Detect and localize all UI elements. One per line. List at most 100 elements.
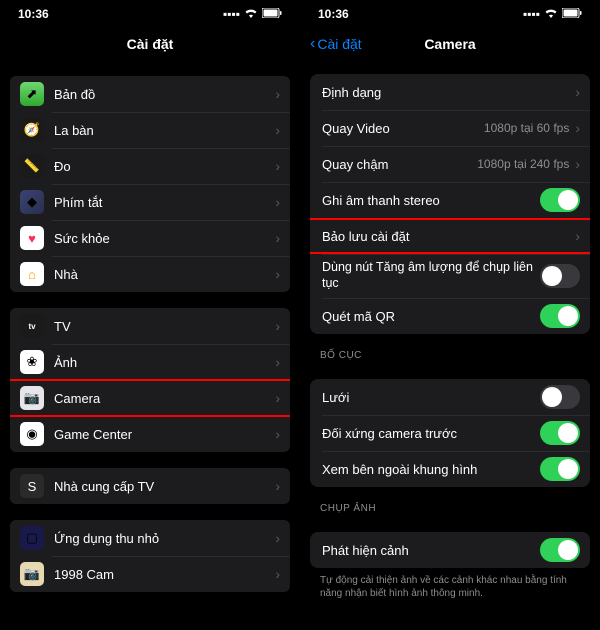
settings-row[interactable]: 📷Camera› (10, 380, 290, 416)
settings-row[interactable]: Đối xứng camera trước (310, 415, 590, 451)
row-label: Lưới (322, 390, 540, 405)
row-label: Phím tắt (54, 195, 275, 210)
battery-icon (562, 7, 582, 21)
settings-row[interactable]: ▢ Ứng dụng thu nhỏ› (10, 520, 290, 556)
settings-row[interactable]: 📏 Đo› (10, 148, 290, 184)
miniapp-icon: ▢ (20, 526, 44, 550)
settings-row[interactable]: Quét mã QR (310, 298, 590, 334)
row-label: Nhà (54, 267, 275, 282)
row-label: Nhà cung cấp TV (54, 479, 275, 494)
chevron-right-icon: › (275, 86, 280, 102)
row-label: Ảnh (54, 355, 275, 370)
status-bar: 10:36 ▪▪▪▪ (0, 0, 300, 28)
chevron-right-icon: › (275, 530, 280, 546)
chevron-right-icon: › (275, 566, 280, 582)
settings-row[interactable]: Định dạng› (310, 74, 590, 110)
row-label: Ghi âm thanh stereo (322, 193, 540, 208)
settings-row[interactable]: Xem bên ngoài khung hình (310, 451, 590, 487)
settings-list[interactable]: ⬈Bản đồ›🧭La bàn›📏Đo›◆Phím tắt›♥Sức khỏe›… (0, 60, 300, 630)
row-label: Định dạng (322, 85, 575, 100)
toggle-switch[interactable] (540, 385, 580, 409)
chevron-right-icon: › (275, 266, 280, 282)
row-value: 1080p tại 60 fps (484, 121, 569, 135)
settings-row[interactable]: Quay chậm1080p tại 240 fps› (310, 146, 590, 182)
chevron-right-icon: › (275, 230, 280, 246)
row-label: Camera (54, 391, 275, 406)
chevron-right-icon: › (275, 426, 280, 442)
toggle-switch[interactable] (540, 304, 580, 328)
row-label: Ứng dụng thu nhỏ (54, 531, 275, 546)
row-label: Bản đồ (54, 87, 275, 102)
toggle-switch[interactable] (540, 538, 580, 562)
row-value: 1080p tại 240 fps (477, 157, 569, 171)
status-time: 10:36 (18, 7, 49, 21)
settings-row[interactable]: tvTV› (10, 308, 290, 344)
row-label: Quay Video (322, 121, 484, 136)
camera-settings-list[interactable]: Định dạng›Quay Video1080p tại 60 fps›Qua… (300, 60, 600, 630)
row-label: 1998 Cam (54, 567, 275, 582)
settings-row[interactable]: Ghi âm thanh stereo (310, 182, 590, 218)
row-label: TV (54, 319, 275, 334)
row-label: Bảo lưu cài đặt (322, 229, 575, 244)
status-indicators: ▪▪▪▪ (523, 7, 582, 21)
row-label: Game Center (54, 427, 275, 442)
camera-settings-group: Lưới Đối xứng camera trước Xem bên ngoài k… (310, 379, 590, 487)
row-label: Phát hiện cảnh (322, 543, 540, 558)
settings-row[interactable]: ♥ Sức khỏe› (10, 220, 290, 256)
settings-row[interactable]: Phát hiện cảnh (310, 532, 590, 568)
camera-settings-screen: 10:36 ▪▪▪▪ ‹ Cài đặt Camera Định dạng›Qu… (300, 0, 600, 630)
chevron-right-icon: › (275, 158, 280, 174)
page-title: Camera (424, 36, 475, 52)
row-label: Đối xứng camera trước (322, 426, 540, 441)
photos-icon: ❀ (20, 350, 44, 374)
row-label: La bàn (54, 123, 275, 138)
chevron-right-icon: › (275, 318, 280, 334)
settings-row[interactable]: ⌂Nhà› (10, 256, 290, 292)
back-label: Cài đặt (317, 36, 361, 52)
row-label: Đo (54, 159, 275, 174)
row-label: Dùng nút Tăng âm lượng để chụp liên tục (322, 260, 540, 291)
settings-row[interactable]: Lưới (310, 379, 590, 415)
wifi-icon (544, 7, 558, 21)
chevron-right-icon: › (575, 120, 580, 136)
toggle-switch[interactable] (540, 188, 580, 212)
page-title: Cài đặt (127, 36, 174, 52)
settings-row[interactable]: SNhà cung cấp TV› (10, 468, 290, 504)
toggle-switch[interactable] (540, 264, 580, 288)
toggle-switch[interactable] (540, 421, 580, 445)
gamecenter-icon: ◉ (20, 422, 44, 446)
settings-row[interactable]: Bảo lưu cài đặt› (310, 218, 590, 254)
settings-row[interactable]: Dùng nút Tăng âm lượng để chụp liên tục (310, 254, 590, 298)
settings-group: ▢Ứng dụng thu nhỏ›📷1998 Cam› (10, 520, 290, 592)
settings-group: tvTV›❀Ảnh›📷Camera›◉Game Center› (10, 308, 290, 452)
maps-icon: ⬈ (20, 82, 44, 106)
settings-row[interactable]: Quay Video1080p tại 60 fps › (310, 110, 590, 146)
row-label: Quét mã QR (322, 309, 540, 324)
status-bar: 10:36 ▪▪▪▪ (300, 0, 600, 28)
row-label: Sức khỏe (54, 231, 275, 246)
settings-group: SNhà cung cấp TV› (10, 468, 290, 504)
1998cam-icon: 📷 (20, 562, 44, 586)
toggle-switch[interactable] (540, 457, 580, 481)
health-icon: ♥ (20, 226, 44, 250)
section-header: CHỤP ẢNH (300, 487, 600, 518)
chevron-right-icon: › (275, 390, 280, 406)
camera-settings-group: Định dạng›Quay Video1080p tại 60 fps›Qua… (310, 74, 590, 334)
section-footer: Tự động cải thiện ảnh về các cảnh khác n… (300, 568, 600, 606)
back-button[interactable]: ‹ Cài đặt (310, 35, 362, 53)
measure-icon: 📏 (20, 154, 44, 178)
settings-group: ⬈Bản đồ›🧭La bàn›📏Đo›◆Phím tắt›♥Sức khỏe›… (10, 76, 290, 292)
chevron-right-icon: › (275, 354, 280, 370)
settings-row[interactable]: ◉ Game Center› (10, 416, 290, 452)
camera-header: ‹ Cài đặt Camera (300, 28, 600, 60)
wifi-icon (244, 7, 258, 21)
settings-row[interactable]: ❀ Ảnh› (10, 344, 290, 380)
settings-row[interactable]: ⬈ Bản đồ› (10, 76, 290, 112)
settings-row[interactable]: ◆Phím tắt› (10, 184, 290, 220)
status-indicators: ▪▪▪▪ (223, 7, 282, 21)
settings-row[interactable]: 📷 1998 Cam› (10, 556, 290, 592)
tvprovider-icon: S (20, 474, 44, 498)
chevron-right-icon: › (575, 156, 580, 172)
shortcuts-icon: ◆ (20, 190, 44, 214)
settings-row[interactable]: 🧭La bàn› (10, 112, 290, 148)
